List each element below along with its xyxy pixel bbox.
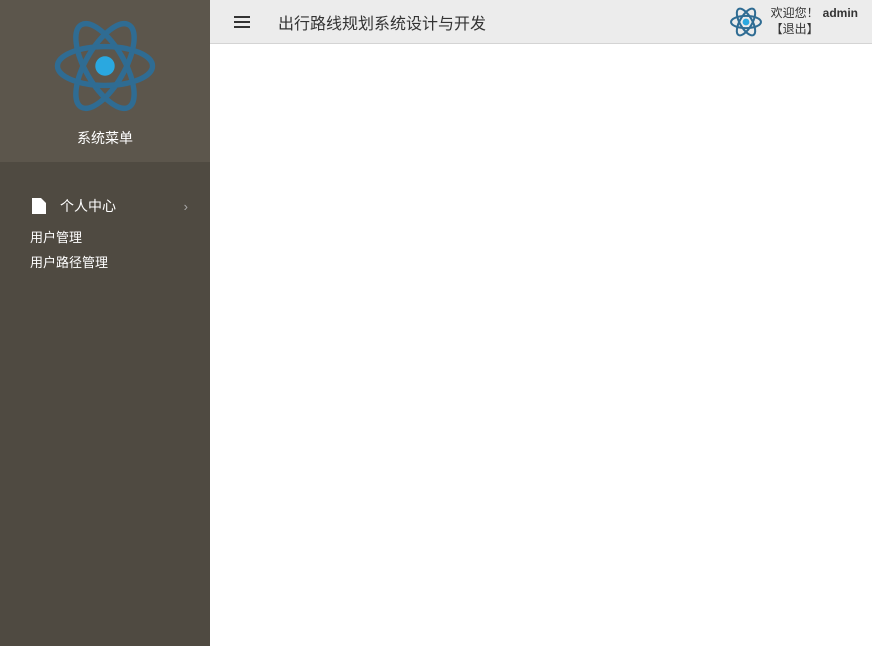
hamburger-icon[interactable] — [234, 16, 250, 28]
sidebar: 系统菜单 个人中心 › 用户管理 用户路径管理 — [0, 0, 210, 646]
sidebar-title: 系统菜单 — [0, 128, 210, 148]
welcome-label: 欢迎您！ — [771, 6, 819, 20]
submenu-label: 用户路径管理 — [30, 255, 108, 270]
welcome-text: 欢迎您！ admin — [771, 6, 858, 22]
logo — [0, 8, 210, 128]
topbar: 出行路线规划系统设计与开发 欢迎您！ admin 【退出】 — [210, 0, 872, 44]
submenu-label: 用户管理 — [30, 230, 82, 245]
topbar-right: 欢迎您！ admin 【退出】 — [729, 5, 858, 39]
atom-icon-small — [729, 5, 763, 39]
user-block: 欢迎您！ admin 【退出】 — [771, 6, 858, 37]
username: admin — [823, 6, 858, 20]
content-area — [210, 44, 872, 646]
page-title: 出行路线规划系统设计与开发 — [278, 10, 486, 34]
submenu-user-manage[interactable]: 用户管理 — [0, 224, 210, 249]
main-area: 出行路线规划系统设计与开发 欢迎您！ admin 【退出】 — [210, 0, 872, 646]
submenu-user-path-manage[interactable]: 用户路径管理 — [0, 249, 210, 274]
sidebar-header: 系统菜单 — [0, 0, 210, 162]
menu-item-label: 个人中心 — [60, 196, 116, 216]
atom-icon — [51, 12, 159, 120]
logout-link[interactable]: 【退出】 — [771, 22, 858, 38]
file-icon — [32, 198, 46, 214]
chevron-right-icon: › — [184, 199, 188, 214]
menu-item-personal[interactable]: 个人中心 › — [0, 188, 210, 224]
menu: 个人中心 › 用户管理 用户路径管理 — [0, 162, 210, 274]
